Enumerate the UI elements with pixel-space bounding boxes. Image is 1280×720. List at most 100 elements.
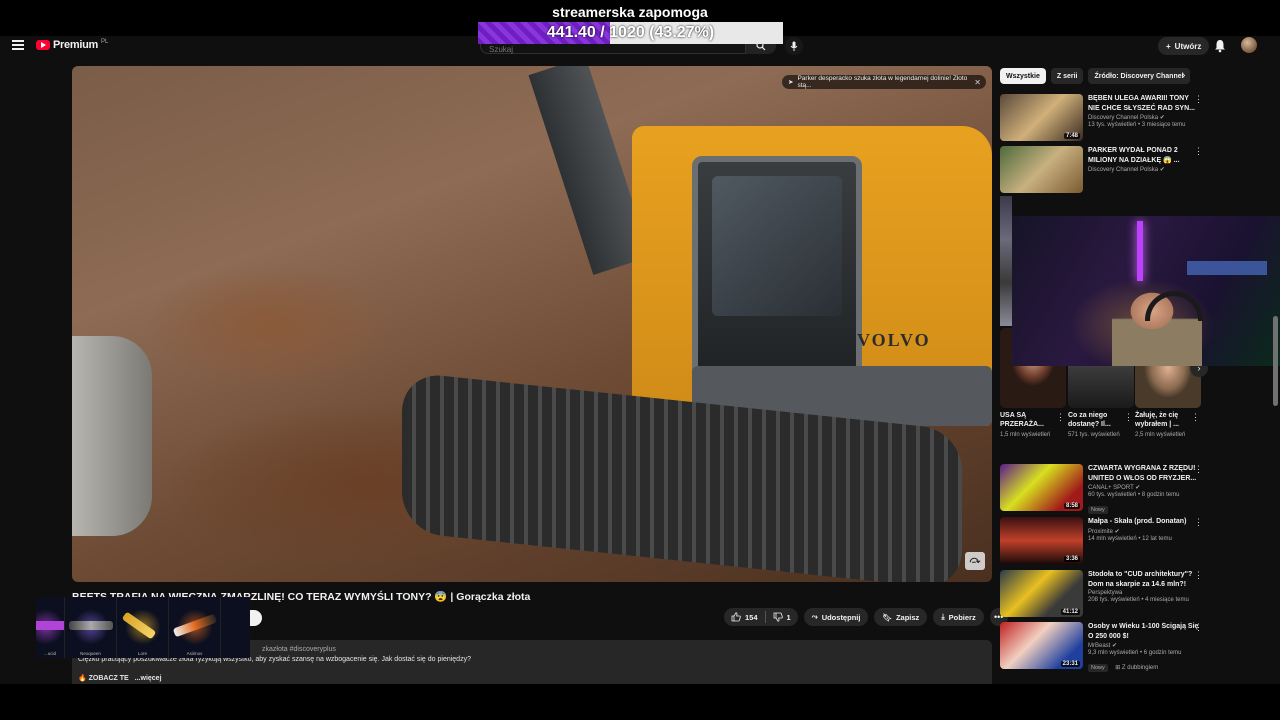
- like-button[interactable]: 154: [724, 612, 765, 622]
- scrollbar-thumb[interactable]: [1273, 316, 1278, 406]
- skin-card: Neoqueen: [65, 597, 117, 658]
- video-actions: 154 1 ⤳ Udostępnij 🔖︎ Zapisz ⤓ Pobierz •…: [724, 608, 1008, 626]
- kebab-menu-icon[interactable]: ⋮: [1124, 412, 1133, 423]
- video-player[interactable]: VOLVO ➤ Parker desperacko szuka złota w …: [72, 66, 992, 582]
- dislike-count: 1: [786, 612, 791, 622]
- short-title[interactable]: Co za niego dostanę? Il...: [1068, 411, 1122, 429]
- recommendation-item[interactable]: PARKER WYDAŁ PONAD 2 MILIONY NA DZIAŁKĘ …: [1000, 146, 1210, 194]
- close-icon[interactable]: ✕: [974, 78, 981, 87]
- microphone-icon: [790, 41, 798, 51]
- like-count: 154: [745, 612, 758, 622]
- chevron-right-icon[interactable]: ›: [1182, 70, 1185, 81]
- video-thumbnail[interactable]: 7:48: [1000, 94, 1083, 141]
- description-hashtags[interactable]: zkazłota #discoveryplus: [262, 646, 986, 653]
- cab-window: [712, 176, 842, 316]
- short-views: 571 tys. wyświetleń: [1068, 432, 1120, 438]
- avatar[interactable]: [1241, 37, 1257, 53]
- youtube-play-icon: [36, 40, 50, 50]
- video-info-chip[interactable]: ➤ Parker desperacko szuka złota w legend…: [782, 75, 986, 89]
- recommendation-title[interactable]: Osoby w Wieku 1-100 Ścigają Się O 250 00…: [1088, 622, 1200, 641]
- recommendation-title[interactable]: BĘBEN ULEGA AWARII! TONY NIE CHCE SŁYSZE…: [1088, 94, 1200, 113]
- save-button[interactable]: 🔖︎ Zapisz: [874, 608, 928, 626]
- video-thumbnail[interactable]: [1000, 146, 1083, 193]
- video-thumbnail[interactable]: 3:36: [1000, 517, 1083, 564]
- video-meta: 13 tys. wyświetleń • 3 miesiące temu: [1088, 122, 1186, 128]
- info-icon: ➤: [788, 79, 794, 86]
- kebab-menu-icon[interactable]: ⋮: [1191, 412, 1200, 423]
- scrollbar[interactable]: [1273, 76, 1278, 684]
- video-thumbnail[interactable]: 8:58: [1000, 464, 1083, 511]
- skin-name: Lore: [137, 651, 147, 656]
- thumbs-up-icon: [731, 612, 741, 622]
- voice-search-button[interactable]: [785, 37, 803, 55]
- rifle-icon: [36, 621, 64, 630]
- bookmark-icon: 🔖︎: [882, 612, 892, 622]
- download-button[interactable]: ⤓ Pobierz: [933, 608, 984, 626]
- skin-card: ...ucid: [36, 597, 65, 658]
- stream-bottom-bar: [0, 684, 1280, 720]
- kebab-menu-icon[interactable]: ⋮: [1194, 146, 1203, 157]
- share-icon: ⤳: [811, 612, 818, 621]
- short-title[interactable]: Żałuję, że cię wybrałem | ...: [1135, 411, 1189, 429]
- video-meta: 60 tys. wyświetleń • 8 godzin temu: [1088, 492, 1180, 498]
- channel-name[interactable]: Discovery Channel Polska ✔: [1088, 166, 1200, 173]
- thumbs-down-icon: [773, 612, 783, 622]
- recommendation-item[interactable]: 23:31 Osoby w Wieku 1-100 Ścigają Się O …: [1000, 622, 1210, 672]
- recommendation-title[interactable]: CZWARTA WYGRANA Z RZĘDU! UNITED O WŁOS O…: [1088, 464, 1200, 483]
- dislike-button[interactable]: 1: [766, 612, 798, 622]
- brand-logo: VOLVO: [857, 330, 931, 350]
- kebab-menu-icon[interactable]: ⋮: [1194, 94, 1203, 105]
- kebab-menu-icon[interactable]: ⋮: [1194, 517, 1203, 528]
- recommendation-title[interactable]: PARKER WYDAŁ PONAD 2 MILIONY NA DZIAŁKĘ …: [1088, 146, 1200, 165]
- donation-goal-title: streamerska zapomoga: [552, 4, 708, 20]
- video-duration: 7:48: [1063, 133, 1080, 139]
- channel-name[interactable]: Perspektywa: [1088, 590, 1200, 596]
- video-duration: 23:31: [1060, 661, 1080, 667]
- download-label: Pobierz: [948, 612, 976, 622]
- kebab-menu-icon[interactable]: ⋮: [1194, 464, 1203, 475]
- kebab-menu-icon[interactable]: ⋮: [1194, 570, 1203, 581]
- new-badge: Nowy: [1088, 664, 1108, 672]
- channel-name[interactable]: Discovery Channel Polska ✔: [1088, 114, 1200, 121]
- chip-all[interactable]: Wszystkie: [1000, 68, 1046, 84]
- logo-text: Premium: [53, 39, 98, 51]
- recommendation-item[interactable]: 3:36 Małpa - Skała (prod. Donatan) Proxi…: [1000, 517, 1210, 565]
- channel-name[interactable]: MrBeast ✔: [1088, 642, 1200, 649]
- donation-goal-bar: 441.40 / 1020 (43.27%): [478, 22, 783, 44]
- recommendation-item[interactable]: 7:48 BĘBEN ULEGA AWARII! TONY NIE CHCE S…: [1000, 94, 1210, 142]
- covered-thumbnails: [1000, 196, 1012, 326]
- youtube-logo[interactable]: Premium PL: [36, 39, 108, 51]
- menu-icon[interactable]: [12, 40, 24, 50]
- video-chip-text: Parker desperacko szuka złota w legendar…: [797, 75, 968, 89]
- description-teaser: 🔥 ZOBACZ TE: [78, 675, 129, 682]
- chip-source[interactable]: Źródło: Discovery Channel: [1088, 68, 1190, 84]
- kebab-menu-icon[interactable]: ⋮: [1056, 412, 1065, 423]
- channel-name[interactable]: CANAL+ SPORT ✔: [1088, 484, 1200, 491]
- notifications-icon[interactable]: [1213, 39, 1227, 53]
- skip-icon[interactable]: ⤼: [965, 552, 985, 570]
- description-more-button[interactable]: ...więcej: [135, 675, 162, 682]
- chip-series[interactable]: Z serii: [1050, 68, 1084, 84]
- donation-goal-text: 441.40 / 1020 (43.27%): [546, 24, 715, 41]
- search-input[interactable]: [481, 42, 721, 57]
- excavator-bucket: [72, 336, 152, 536]
- short-views: 1,5 mln wyświetleń: [1000, 432, 1051, 438]
- monitor-glow: [1187, 261, 1267, 275]
- recommendation-title[interactable]: Małpa - Skała (prod. Donatan): [1088, 517, 1200, 527]
- recommendation-title[interactable]: Stodoła to "CUD architektury"? Dom na sk…: [1088, 570, 1200, 589]
- video-thumbnail[interactable]: 41:12: [1000, 570, 1083, 617]
- skin-card: Lore: [117, 597, 169, 658]
- streamer-webcam: [1012, 216, 1280, 366]
- create-button[interactable]: + Utwórz: [1158, 37, 1210, 55]
- skins-overlay: ...ucid Neoqueen Lore Asiimov: [36, 597, 250, 658]
- video-thumbnail[interactable]: 23:31: [1000, 622, 1083, 669]
- kebab-menu-icon[interactable]: ⋮: [1194, 622, 1203, 633]
- recommendation-item[interactable]: 8:58 CZWARTA WYGRANA Z RZĘDU! UNITED O W…: [1000, 464, 1210, 514]
- recommendation-item[interactable]: 41:12 Stodoła to "CUD architektury"? Dom…: [1000, 570, 1210, 618]
- share-button[interactable]: ⤳ Udostępnij: [803, 608, 869, 626]
- neon-light: [1137, 221, 1143, 281]
- short-title[interactable]: USA SĄ PRZERAŻA...: [1000, 411, 1054, 429]
- skin-name: Neoqueen: [80, 651, 101, 656]
- skin-name: ...ucid: [43, 651, 56, 656]
- channel-name[interactable]: Proximite ✔: [1088, 528, 1200, 535]
